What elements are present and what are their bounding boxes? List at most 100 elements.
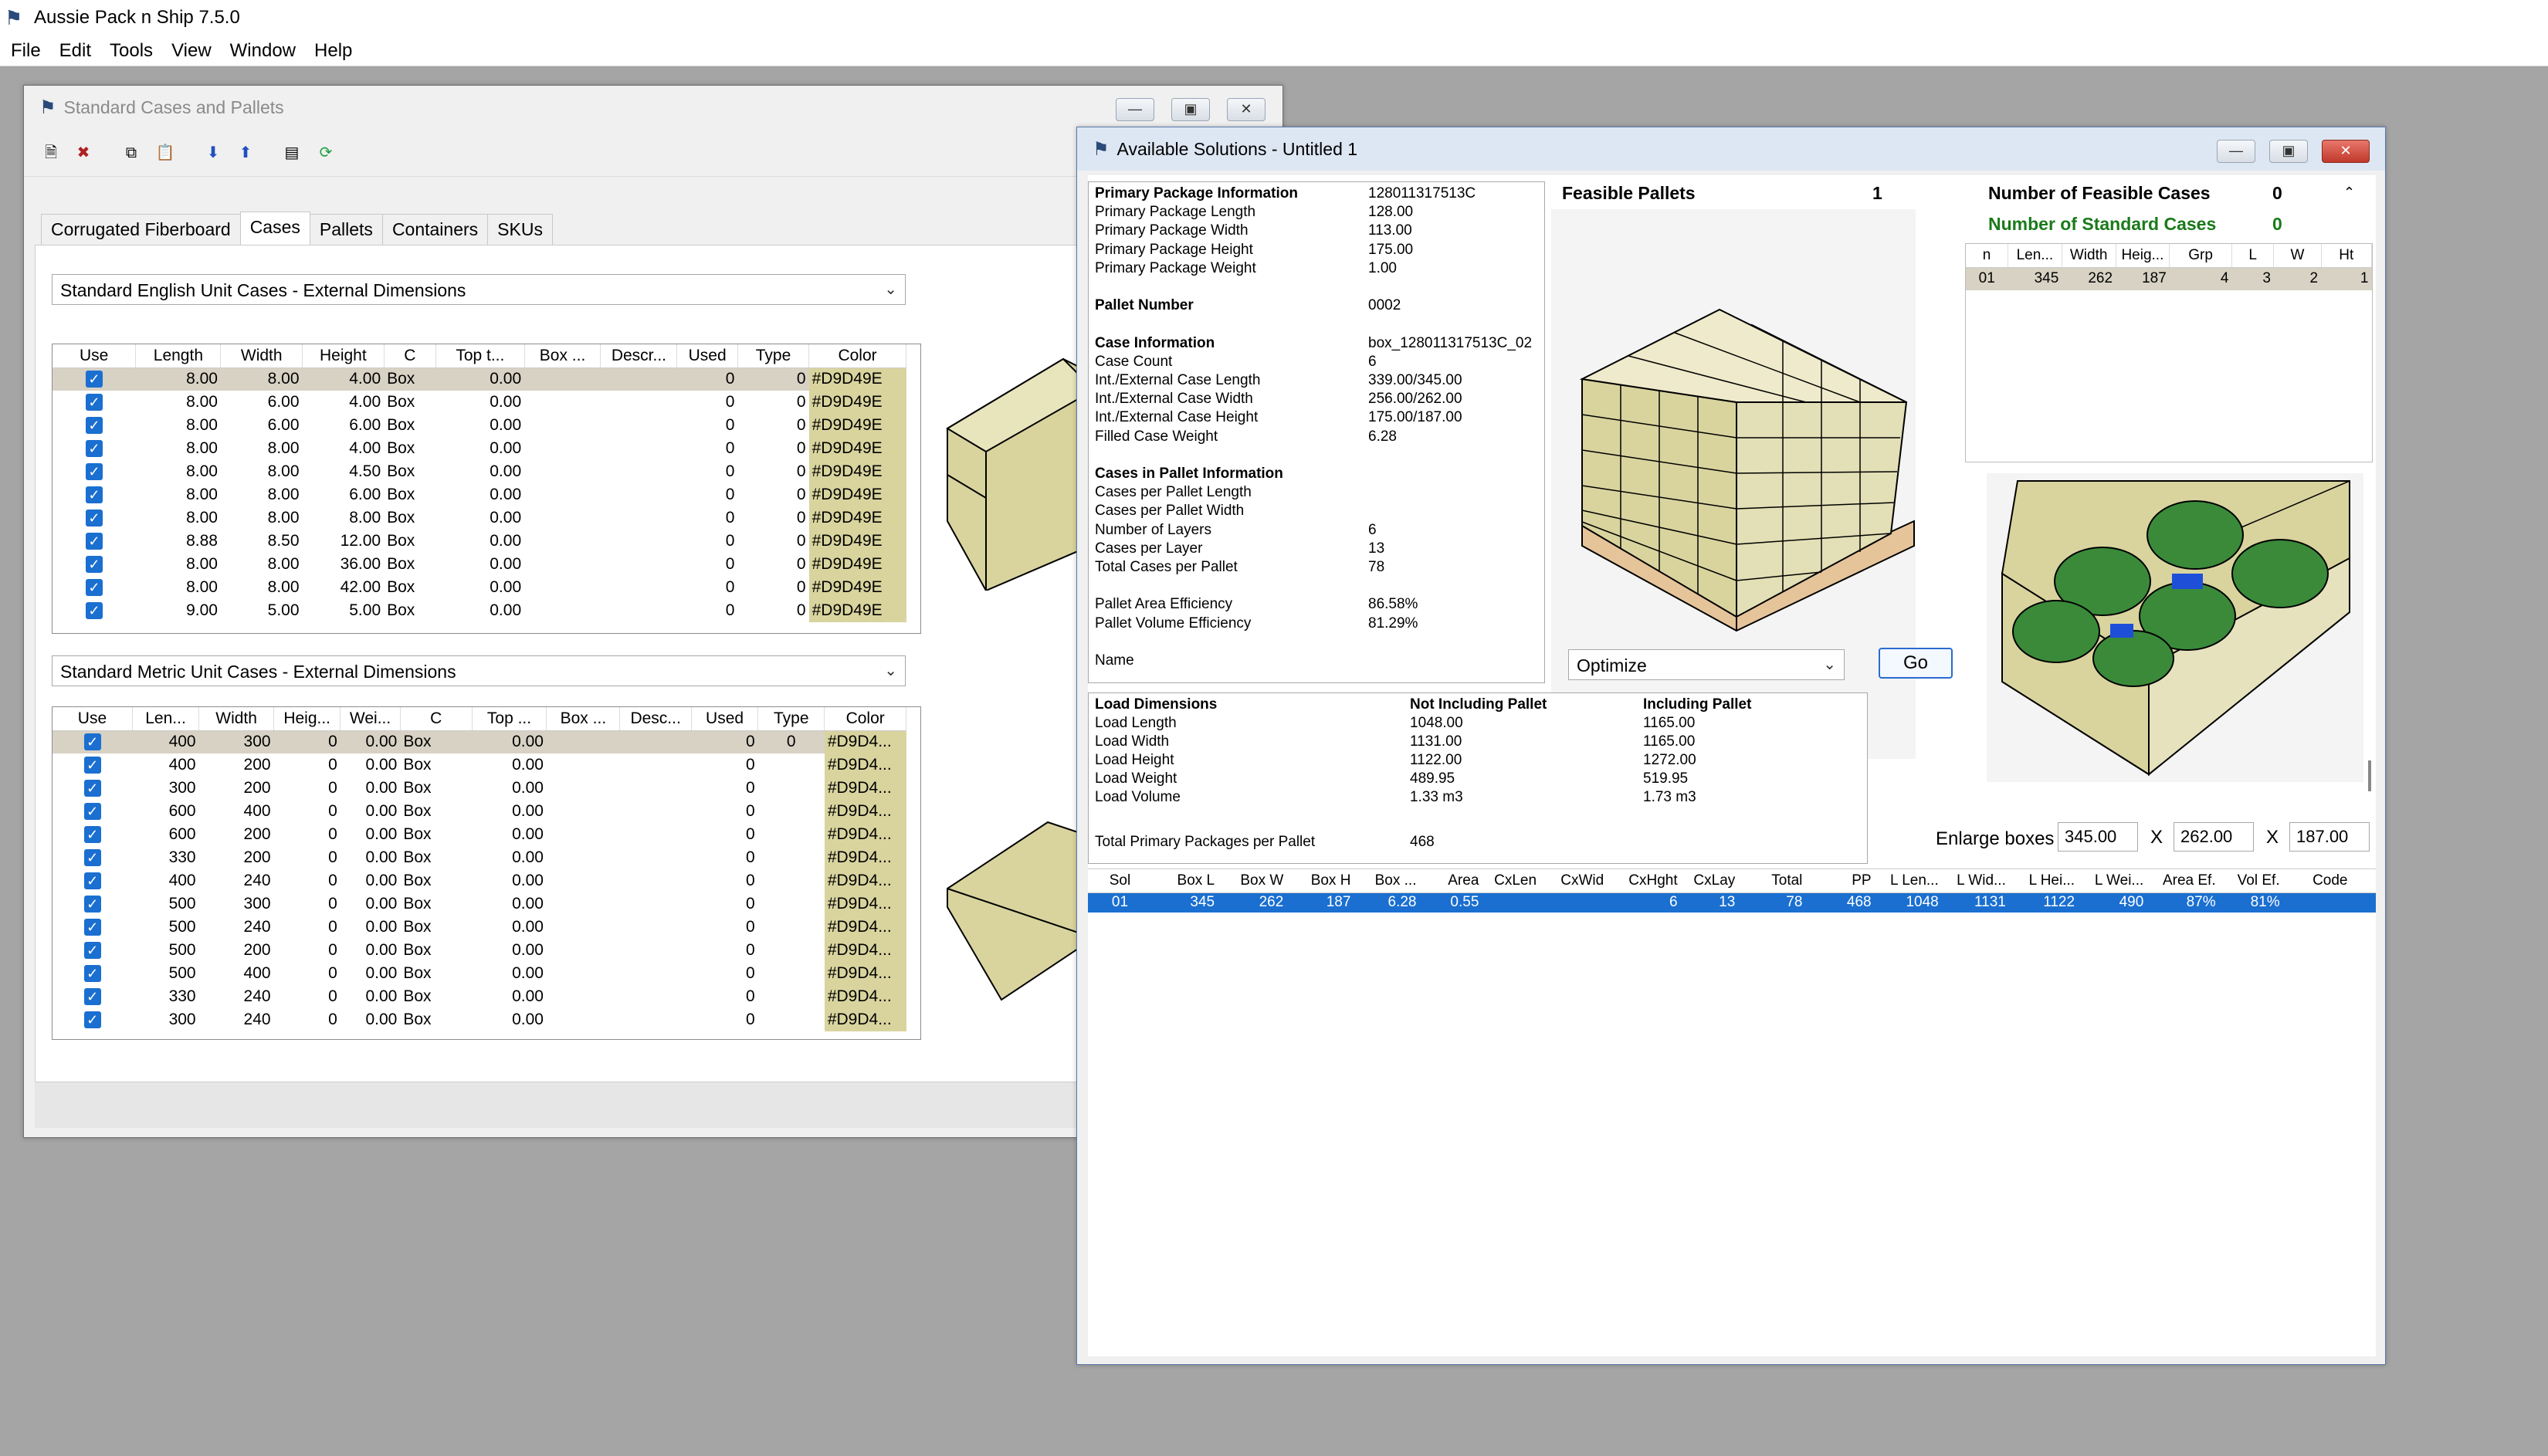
column-header[interactable]: Heig... <box>273 707 341 731</box>
optimize-select[interactable]: Optimize ⌄ <box>1568 649 1845 680</box>
use-checkbox[interactable]: ✓ <box>83 896 101 913</box>
table-row[interactable]: 01 345 262 187 6.28 0.55 6 13 78 468 1048 1131 1122 4… <box>1088 892 2376 913</box>
column-header[interactable]: Area <box>1421 869 1484 893</box>
column-header[interactable]: Box ... <box>546 707 621 731</box>
column-header[interactable]: L Hei... <box>2010 869 2080 893</box>
table-row[interactable]: ✓ 500 400 0 0.00 Box 0.00 0 #D9D4... <box>53 962 906 985</box>
column-header[interactable]: Wei... <box>340 707 401 731</box>
column-header[interactable]: Box ... <box>1355 869 1421 893</box>
table-row[interactable]: ✓ 330 240 0 0.00 Box 0.00 0 #D9D4... <box>53 985 906 1008</box>
use-checkbox[interactable]: ✓ <box>83 757 101 774</box>
column-header[interactable]: CxLay <box>1682 869 1740 893</box>
column-header[interactable]: C <box>400 707 473 731</box>
tab-cases[interactable]: Cases <box>239 212 310 245</box>
use-cell[interactable]: ✓ <box>53 367 136 391</box>
use-checkbox[interactable]: ✓ <box>85 579 103 596</box>
use-cell[interactable]: ✓ <box>53 800 132 823</box>
new-file-icon[interactable]: 🗎 <box>41 143 61 163</box>
use-cell[interactable]: ✓ <box>53 939 132 962</box>
use-checkbox[interactable]: ✓ <box>83 733 101 751</box>
table-row[interactable]: ✓ 500 300 0 0.00 Box 0.00 0 #D9D4... <box>53 892 906 916</box>
use-checkbox[interactable]: ✓ <box>83 849 101 866</box>
english-cases-grid[interactable]: Use Length Width Height C Top t... Box ... Desc… <box>52 344 921 634</box>
use-checkbox[interactable]: ✓ <box>85 371 103 388</box>
use-checkbox[interactable]: ✓ <box>85 602 103 619</box>
tab-corrugated[interactable]: Corrugated Fiberboard <box>41 214 241 247</box>
column-header[interactable]: Width <box>2062 244 2116 268</box>
table-row[interactable]: ✓ 8.00 8.00 36.00 Box 0.00 0 0 #D9D49E <box>53 553 906 576</box>
column-header[interactable]: Width <box>220 344 303 368</box>
use-cell[interactable]: ✓ <box>53 576 136 599</box>
use-checkbox[interactable]: ✓ <box>85 440 103 457</box>
results-grid[interactable]: Sol Box L Box W Box H Box ... Area CxLen CxWid C… <box>1088 869 2376 1355</box>
use-checkbox[interactable]: ✓ <box>85 533 103 550</box>
use-cell[interactable]: ✓ <box>53 985 132 1008</box>
use-cell[interactable]: ✓ <box>53 414 136 437</box>
use-checkbox[interactable]: ✓ <box>85 556 103 573</box>
use-cell[interactable]: ✓ <box>53 777 132 800</box>
table-row[interactable]: ✓ 8.00 8.00 4.50 Box 0.00 0 0 #D9D49E <box>53 460 906 483</box>
menu-file[interactable]: File <box>2 37 50 65</box>
table-row[interactable]: ✓ 400 300 0 0.00 Box 0.00 0 0 #D9D4... <box>53 730 906 753</box>
tab-skus[interactable]: SKUs <box>487 214 553 247</box>
use-cell[interactable]: ✓ <box>53 437 136 460</box>
column-header[interactable]: Color <box>808 344 906 368</box>
use-checkbox[interactable]: ✓ <box>85 394 103 411</box>
close-button[interactable]: ✕ <box>1227 98 1266 121</box>
enlarge-width-input[interactable] <box>2174 822 2254 852</box>
table-row[interactable]: 01 345 262 187 4 3 2 1 <box>1966 267 2372 290</box>
column-header[interactable]: Code <box>2284 869 2376 893</box>
column-header[interactable]: Desc... <box>619 707 692 731</box>
metric-cases-grid[interactable]: Use Len... Width Heig... Wei... C Top ... Box .… <box>52 706 921 1040</box>
refresh-icon[interactable]: ⟳ <box>316 143 336 163</box>
use-cell[interactable]: ✓ <box>53 1008 132 1031</box>
table-row[interactable]: ✓ 9.00 5.00 5.00 Box 0.00 0 0 #D9D49E <box>53 599 906 622</box>
go-button[interactable]: Go <box>1879 648 1953 679</box>
column-header[interactable]: Total <box>1740 869 1808 893</box>
column-header[interactable]: Len... <box>2008 244 2062 268</box>
column-header[interactable]: L Wei... <box>2079 869 2149 893</box>
column-header[interactable]: Color <box>824 707 906 731</box>
minimize-button[interactable]: — <box>1116 98 1154 121</box>
column-header[interactable]: Vol Ef. <box>2220 869 2285 893</box>
use-cell[interactable]: ✓ <box>53 553 136 576</box>
column-header[interactable]: Area Ef. <box>2148 869 2221 893</box>
table-row[interactable]: ✓ 8.00 8.00 8.00 Box 0.00 0 0 #D9D49E <box>53 506 906 530</box>
metric-cases-select[interactable]: Standard Metric Unit Cases - External Di… <box>52 655 906 686</box>
use-cell[interactable]: ✓ <box>53 730 133 753</box>
table-row[interactable]: ✓ 8.00 6.00 6.00 Box 0.00 0 0 #D9D49E <box>53 414 906 437</box>
table-row[interactable]: ✓ 8.88 8.50 12.00 Box 0.00 0 0 #D9D49E <box>53 530 906 553</box>
table-row[interactable]: ✓ 8.00 8.00 4.00 Box 0.00 0 0 #D9D49E <box>53 437 906 460</box>
use-cell[interactable]: ✓ <box>53 962 132 985</box>
use-checkbox[interactable]: ✓ <box>83 826 101 843</box>
column-header[interactable]: Box H <box>1288 869 1356 893</box>
table-row[interactable]: ✓ 8.00 8.00 6.00 Box 0.00 0 0 #D9D49E <box>53 483 906 506</box>
menu-window[interactable]: Window <box>221 37 305 65</box>
use-cell[interactable]: ✓ <box>53 916 132 939</box>
column-header[interactable]: Grp <box>2169 244 2232 268</box>
use-cell[interactable]: ✓ <box>53 506 136 530</box>
column-header[interactable]: Type <box>757 707 825 731</box>
table-row[interactable]: ✓ 600 400 0 0.00 Box 0.00 0 #D9D4... <box>53 800 906 823</box>
column-header[interactable]: W <box>2273 244 2322 268</box>
use-checkbox[interactable]: ✓ <box>85 486 103 503</box>
column-header[interactable]: Top t... <box>435 344 525 368</box>
column-header[interactable]: Box ... <box>524 344 601 368</box>
column-header[interactable]: Heig... <box>2116 244 2170 268</box>
use-cell[interactable]: ✓ <box>53 846 132 869</box>
solutions-window-titlebar[interactable]: ⚑ Available Solutions - Untitled 1 <box>1077 127 2385 171</box>
solutions-right-scrollbar[interactable] <box>2368 760 2371 791</box>
column-header[interactable]: PP <box>1807 869 1876 893</box>
table-row[interactable]: ✓ 8.00 6.00 4.00 Box 0.00 0 0 #D9D49E <box>53 391 906 414</box>
minimize-button[interactable]: — <box>2217 140 2255 163</box>
cases-window-titlebar[interactable]: ⚑ Standard Cases and Pallets <box>24 86 1282 129</box>
table-row[interactable]: ✓ 500 200 0 0.00 Box 0.00 0 #D9D4... <box>53 939 906 962</box>
use-checkbox[interactable]: ✓ <box>85 417 103 434</box>
menu-help[interactable]: Help <box>305 37 361 65</box>
maximize-button[interactable]: ▣ <box>2269 140 2308 163</box>
column-header[interactable]: Type <box>737 344 810 368</box>
copy-icon[interactable]: ⧉ <box>121 143 141 163</box>
use-checkbox[interactable]: ✓ <box>85 463 103 480</box>
feasible-cases-grid[interactable]: n Len... Width Heig... Grp L W Ht 01 345 262 187 4 3… <box>1965 243 2373 462</box>
use-cell[interactable]: ✓ <box>53 869 132 892</box>
